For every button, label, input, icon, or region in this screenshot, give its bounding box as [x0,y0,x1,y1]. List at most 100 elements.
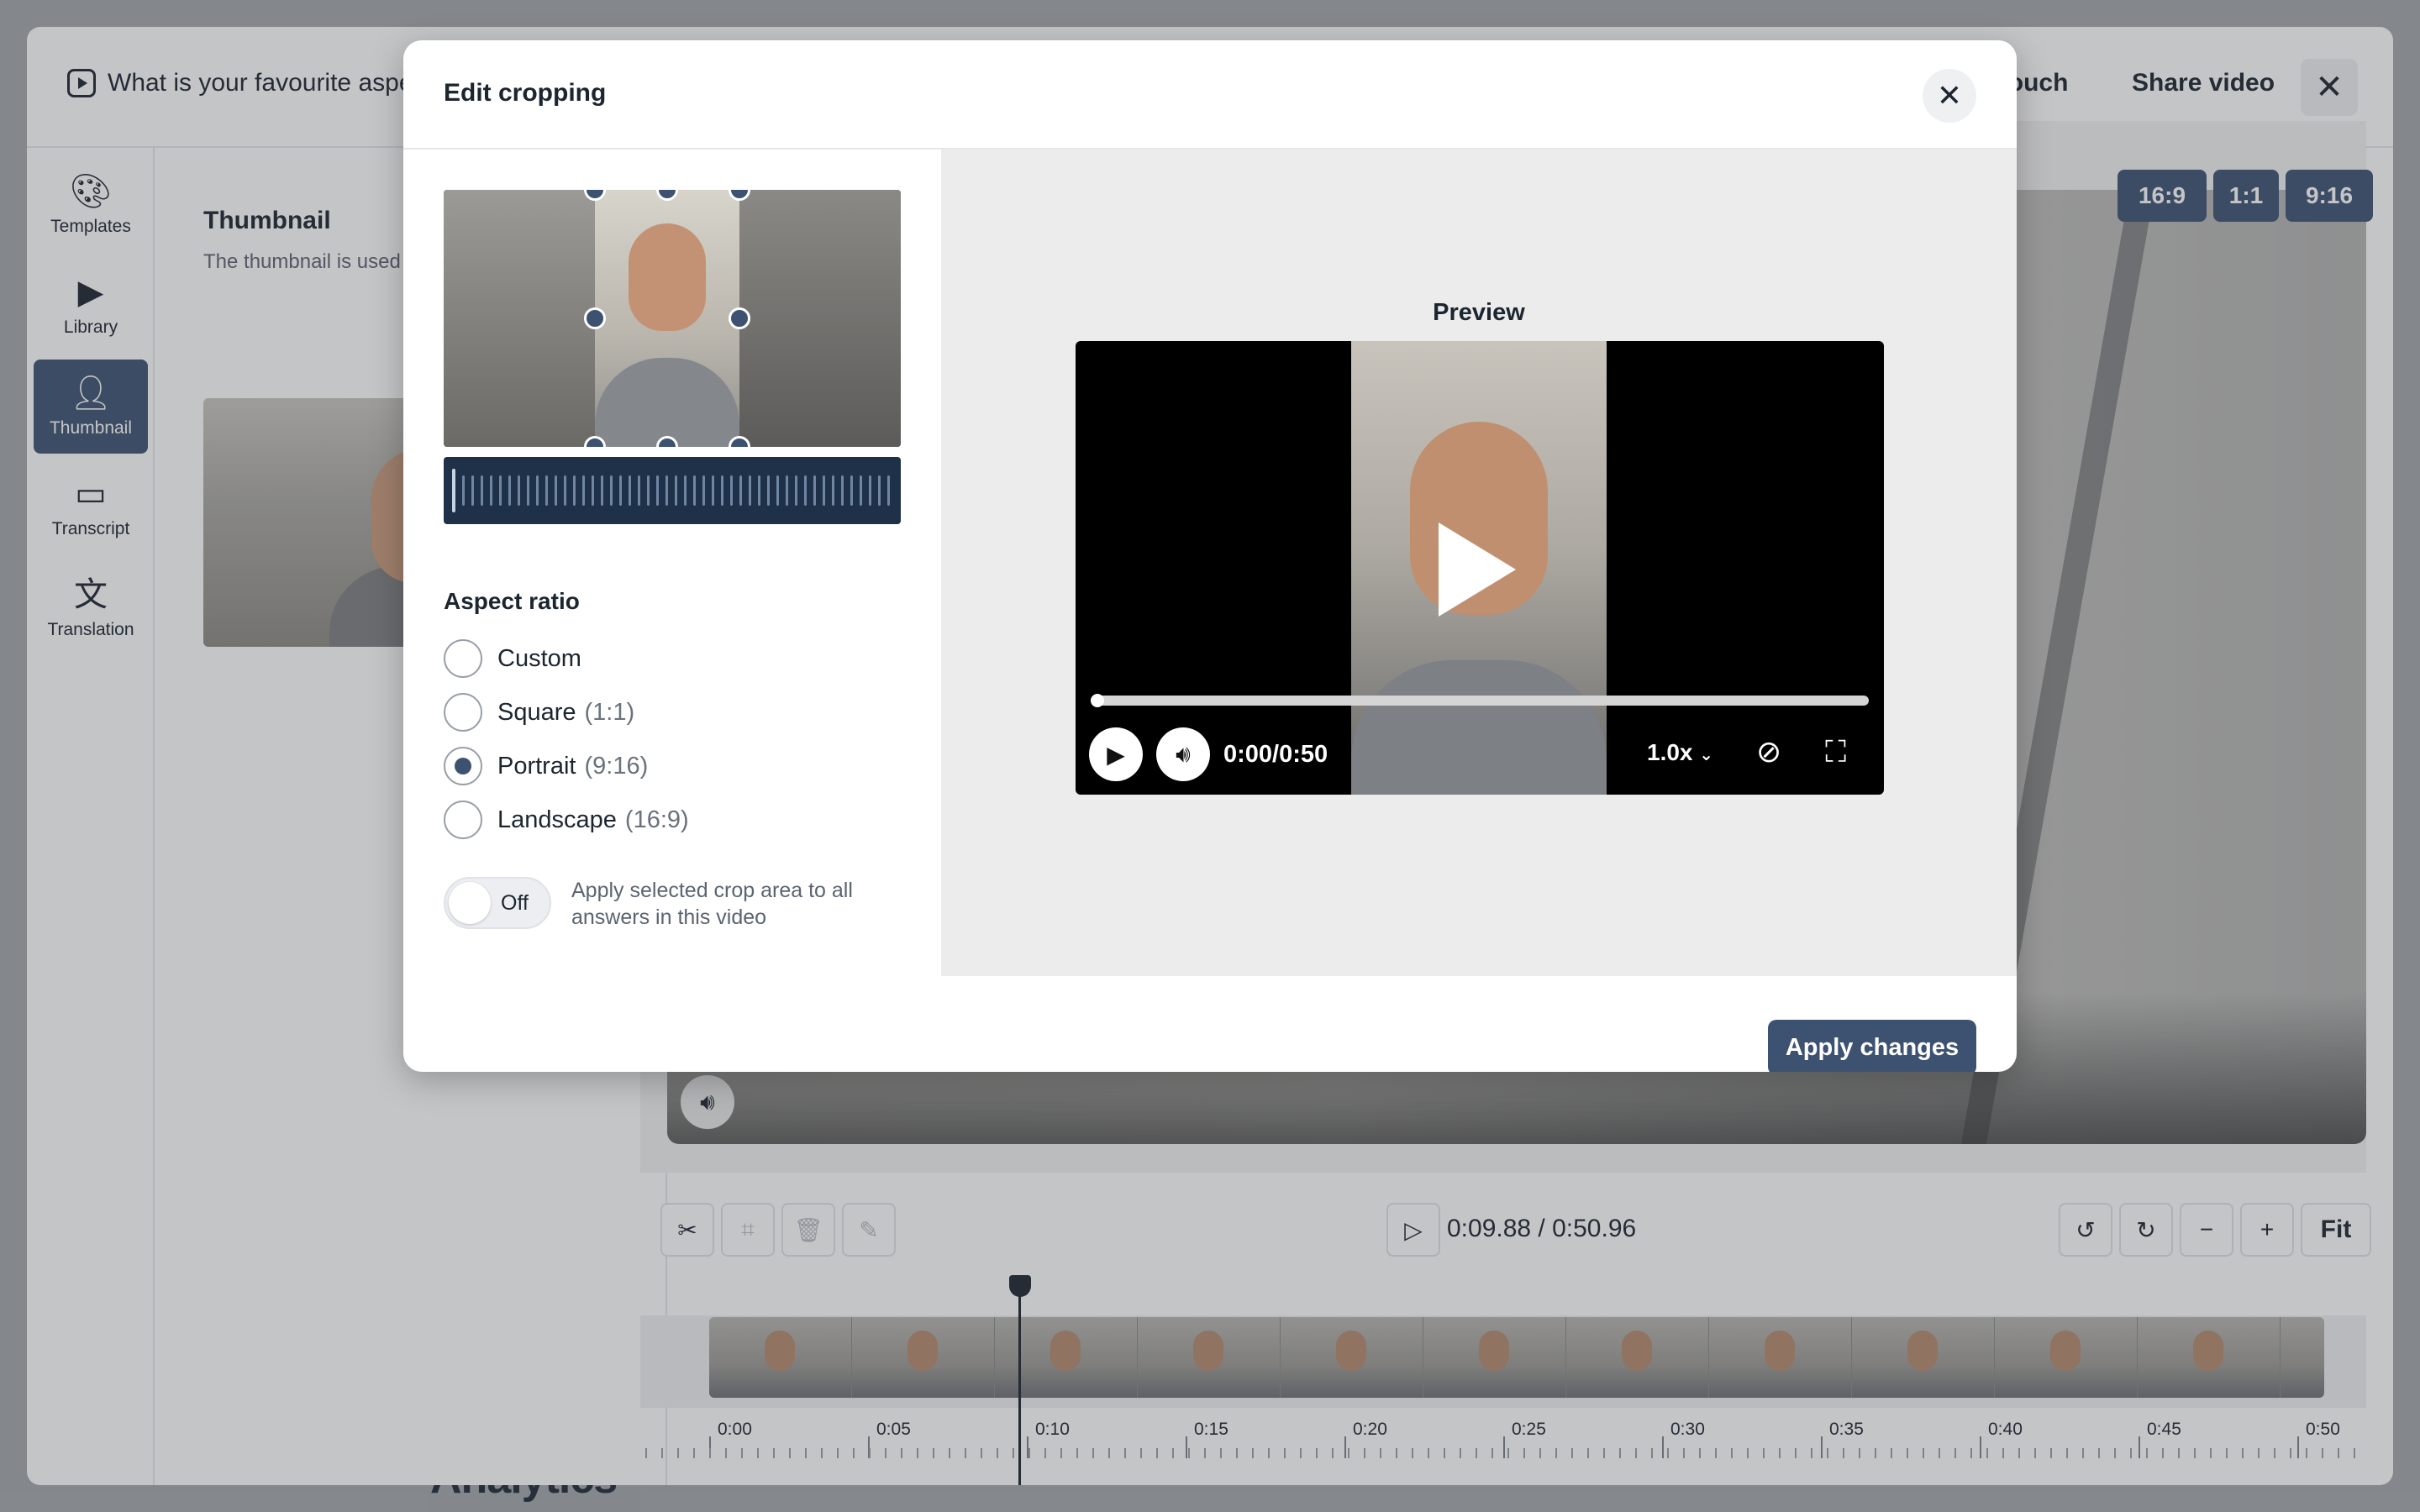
crop-editor[interactable] [444,190,901,447]
option-label: Custom [497,644,581,672]
waveform-bar [508,475,511,506]
waveform-bar [518,475,520,506]
edit-cropping-modal: Edit cropping ✕ Aspect ratio Custom Squa… [403,40,2017,1072]
waveform-bar [638,475,640,506]
preview-figure-shirt [1351,660,1607,795]
captions-off-icon[interactable]: ⊘ [1756,734,1781,769]
waveform-bar [860,475,862,506]
preview-player[interactable]: ▶ 🔊︎ 0:00/0:50 1.0x ⌄ ⊘ ⛶ [1076,341,1884,795]
waveform-bar [887,475,890,506]
crop-settings-column: Aspect ratio Custom Square (1:1) Portrai… [403,150,941,976]
preview-progress-bar[interactable] [1091,694,1869,707]
crop-figure-face [629,223,706,331]
waveform-bar [850,475,853,506]
waveform-bar [702,475,705,506]
waveform-bar [786,475,788,506]
waveform-bar [666,475,668,506]
crop-handle-right[interactable] [729,307,750,329]
preview-time: 0:00/0:50 [1223,741,1328,768]
crop-outside-right [739,190,901,447]
chevron-down-icon: ⌄ [1699,746,1714,764]
waveform-bar [555,475,557,506]
option-sub: (1:1) [584,698,635,726]
modal-footer: Apply changes [403,976,2017,1072]
waveform-bar [721,475,723,506]
option-label: Landscape [497,806,617,833]
option-sub: (9:16) [584,752,649,780]
option-label: Square [497,698,576,726]
crop-selection[interactable] [595,190,739,447]
speed-selector[interactable]: 1.0x ⌄ [1647,739,1713,766]
waveform-bar [730,475,733,506]
waveform-bar [462,475,465,506]
speed-label: 1.0x [1647,739,1693,765]
waveform-bar [878,475,881,506]
waveform-bar [573,475,576,506]
waveform-bar [471,475,474,506]
waveform-bar [795,475,797,506]
preview-title: Preview [1433,299,1525,326]
waveform-bar [684,475,687,506]
waveform-bar [629,475,631,506]
waveform-bar [712,475,714,506]
waveform-bar [647,475,650,506]
play-icon: ▶ [1107,741,1125,768]
waveform-bar [481,475,483,506]
waveform-bar [545,475,548,506]
waveform-bar [619,475,622,506]
close-icon: ✕ [1936,78,1963,113]
preview-play-button[interactable]: ▶ [1089,727,1143,781]
waveform-bar [675,475,677,506]
crop-outside-left [444,190,595,447]
waveform-bar [536,475,539,506]
waveform-bar [869,475,871,506]
crop-figure-shirt [595,358,739,447]
waveform-bar [804,475,807,506]
toggle-description: Apply selected crop area to all answers … [571,879,853,929]
waveform-bar [564,475,566,506]
volume-icon: 🔊︎ [1176,740,1191,767]
preview-volume-button[interactable]: 🔊︎ [1156,727,1210,781]
aspect-option-custom[interactable]: Custom [444,638,581,679]
waveform-bar [832,475,834,506]
modal-close-button[interactable]: ✕ [1923,69,1976,123]
modal-header: Edit cropping ✕ [403,40,2017,150]
waveform-bar [592,475,594,506]
big-play-icon[interactable] [1439,522,1516,617]
waveform-bar [610,475,613,506]
apply-all-toggle[interactable]: Off [444,877,551,929]
waveform-bar [823,475,825,506]
toggle-state-label: Off [501,891,529,915]
progress-knob[interactable] [1091,694,1104,707]
radio-square[interactable] [444,693,482,732]
waveform-bar [499,475,502,506]
crop-waveform-scrubber[interactable] [444,457,901,524]
waveform-bar [693,475,696,506]
waveform-bar [813,475,816,506]
aspect-ratio-title: Aspect ratio [444,588,580,614]
modal-title: Edit cropping [444,79,607,107]
waveform-bar [527,475,529,506]
waveform-bar [749,475,751,506]
fullscreen-icon[interactable]: ⛶ [1825,734,1846,770]
crop-handle-left[interactable] [584,307,606,329]
toggle-knob [449,882,491,924]
waveform-bar [758,475,760,506]
aspect-option-landscape[interactable]: Landscape (16:9) [444,800,689,840]
waveform-bar [490,475,492,506]
radio-custom[interactable] [444,639,482,678]
waveform-bar [739,475,742,506]
option-sub: (16:9) [624,806,689,833]
waveform-cursor[interactable] [452,469,455,512]
waveform-bar [767,475,770,506]
radio-portrait[interactable] [444,747,482,785]
waveform-bar [601,475,603,506]
apply-changes-button[interactable]: Apply changes [1768,1020,1976,1072]
option-label: Portrait [497,752,576,780]
aspect-option-square[interactable]: Square (1:1) [444,692,634,732]
waveform-bar [841,475,844,506]
waveform-bar [776,475,779,506]
radio-landscape[interactable] [444,801,482,839]
aspect-option-portrait[interactable]: Portrait (9:16) [444,746,648,786]
waveform-bar [582,475,585,506]
